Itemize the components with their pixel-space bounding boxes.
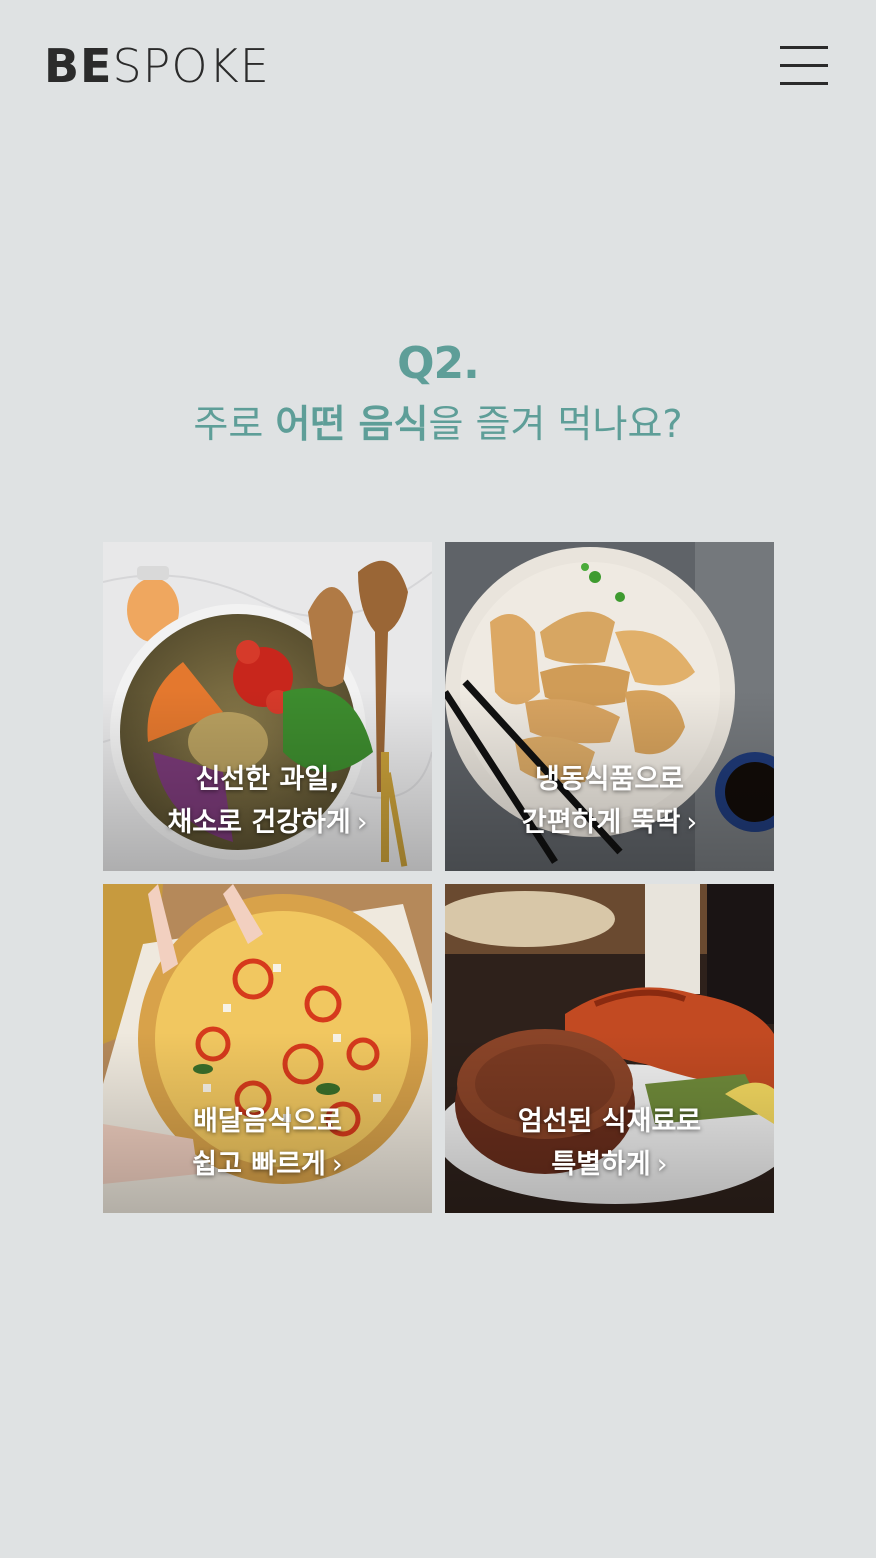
- option-card-fresh-produce[interactable]: 신선한 과일, 채소로 건강하게 ›: [103, 542, 432, 871]
- header: BESPOKE: [0, 0, 876, 130]
- option-card-delivery[interactable]: 배달음식으로 쉽고 빠르게 ›: [103, 884, 432, 1213]
- bespoke-logo[interactable]: BESPOKE: [44, 38, 270, 94]
- chevron-right-icon: ›: [331, 1149, 343, 1180]
- food-option-grid: 신선한 과일, 채소로 건강하게 › 냉동식품으로 간편하게 뚝딱 › 배달음식…: [103, 542, 774, 1213]
- option-card-premium-ingredients[interactable]: 엄선된 식재료로 특별하게 ›: [445, 884, 774, 1213]
- option-label: 냉동식품으로 간편하게 뚝딱 ›: [521, 764, 698, 838]
- question-text: 주로 어떤 음식을 즐겨 먹나요?: [193, 402, 683, 446]
- chevron-right-icon: ›: [656, 1149, 668, 1180]
- hamburger-menu-icon[interactable]: [776, 42, 832, 90]
- chevron-right-icon: ›: [686, 807, 698, 838]
- option-label: 엄선된 식재료로 특별하게 ›: [517, 1106, 702, 1180]
- question-number: Q2.: [397, 338, 480, 389]
- option-label: 신선한 과일, 채소로 건강하게 ›: [167, 764, 368, 838]
- option-card-frozen-food[interactable]: 냉동식품으로 간편하게 뚝딱 ›: [445, 542, 774, 871]
- option-label: 배달음식으로 쉽고 빠르게 ›: [192, 1106, 343, 1180]
- question-block: Q2. 주로 어떤 음식을 즐겨 먹나요?: [0, 336, 876, 450]
- chevron-right-icon: ›: [356, 807, 368, 838]
